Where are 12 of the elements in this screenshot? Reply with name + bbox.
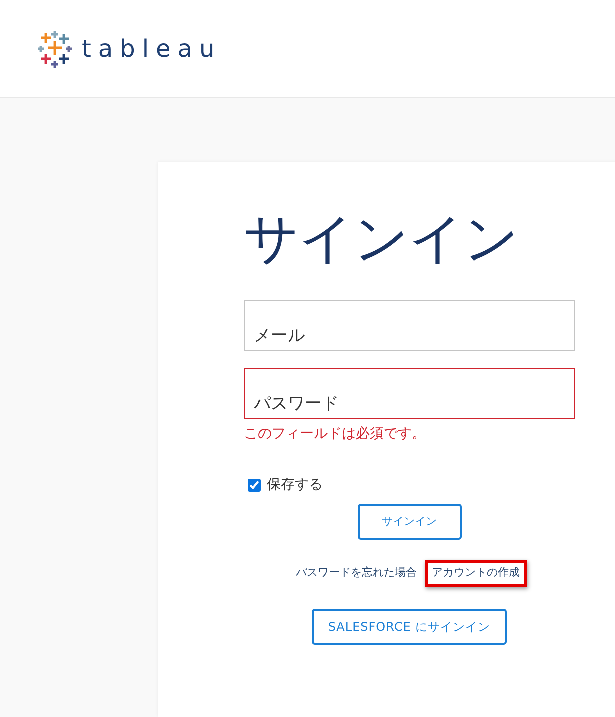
input-field[interactable]: メール <box>244 300 575 351</box>
text-link[interactable]: アカウントの作成 <box>425 560 527 586</box>
text-link[interactable]: パスワードを忘れた場合 <box>292 563 421 584</box>
remember-label: 保存する <box>267 476 323 495</box>
signin-button[interactable]: サインイン <box>358 504 462 540</box>
input-field[interactable]: パスワード <box>244 368 575 419</box>
logo-icon <box>36 30 74 68</box>
error-message: このフィールドは必須です。 <box>244 425 427 444</box>
logo-wordmark: tableau <box>82 34 222 64</box>
remember-checkbox[interactable] <box>248 479 261 492</box>
page-title: サインイン <box>244 212 520 266</box>
salesforce-signin-button[interactable]: SALESFORCE にサインイン <box>312 608 507 644</box>
